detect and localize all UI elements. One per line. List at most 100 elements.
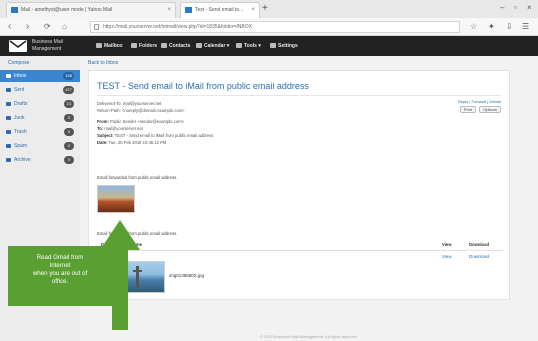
view-attachment-link[interactable]: View [442,254,452,259]
lock-icon [94,24,99,30]
body-line: Email forwarded from public email addres… [97,175,178,180]
callout-box: Read Gmail from Internet when you are ou… [8,246,113,306]
count-badge: 0 [64,142,74,150]
back-to-inbox-link[interactable]: Back to Inbox [88,60,118,66]
downloads-icon[interactable]: ⇩ [506,21,513,33]
close-tab-icon[interactable]: × [167,3,171,17]
sidebar-item-trash[interactable]: Trash 0 [0,126,80,138]
field-label: To: [97,126,104,131]
callout-line: when you are out of [32,270,88,277]
callout-text: Read Gmail from Internet when you are ou… [12,254,108,286]
url-text: https://mail.yourserver.net/intmail/view… [103,24,252,30]
menu-contacts[interactable]: Contacts [161,42,190,50]
extension-icon[interactable]: ✦ [488,21,495,33]
date-field: Date: Tue, 20 Feb 2018 10:45:12 PM [97,140,166,145]
reply-forward-delete-links[interactable]: Reply | Forward | Delete [458,99,501,104]
minimize-window-icon[interactable]: – [500,3,504,13]
folder-label: Sent [14,87,25,93]
bookmark-star-icon[interactable]: ☆ [470,21,477,33]
folder-label: Junk [14,115,25,121]
column-header-download: Download [469,242,490,247]
trash-icon [6,130,11,134]
close-tab-icon[interactable]: × [251,3,255,17]
envelope-icon [96,43,102,48]
print-button[interactable]: Print [459,106,477,113]
contacts-icon [161,43,167,48]
inbox-icon [6,74,11,78]
inline-image[interactable] [97,185,135,213]
field-value: Tue, 20 Feb 2018 10:45:12 PM [108,140,167,145]
to-field: To: mail@yourserver.net [97,126,143,131]
field-value: Public Sender <sender@example.com> [110,119,185,124]
menu-folders[interactable]: Folders [131,42,157,50]
menu-calendar[interactable]: Calendar ▾ [196,42,229,50]
reload-icon[interactable]: ⟳ [44,20,51,33]
junk-icon [6,116,11,120]
mail-logo-icon[interactable] [9,40,27,52]
app-header: Business Mail Management Mailbox Folders… [0,36,538,56]
back-icon[interactable]: ‹ [8,20,11,33]
count-badge: 477 [63,86,74,94]
archive-icon [6,158,11,162]
gear-icon [270,43,276,48]
folder-label: Inbox [14,73,27,79]
options-button[interactable]: Options [479,106,501,113]
shield-icon [6,144,11,148]
menu-mailbox[interactable]: Mailbox [96,42,123,50]
browser-nav-bar: ‹ › ⟳ ⌂ https://mail.yourserver.net/intm… [0,18,538,36]
folder-label: Archive [14,157,31,163]
folder-label: Spam [14,143,28,149]
message-panel: TEST - Send email to iMail from public e… [88,70,510,300]
tab-label: Test - Send email to... [195,7,244,13]
from-field: From: Public Sender <sender@example.com> [97,119,184,124]
new-tab-button[interactable]: + [262,3,268,15]
table-row: img0138580X.jpg View Download [97,251,503,297]
home-icon[interactable]: ⌂ [62,20,67,33]
message-subject: TEST - Send email to iMail from public e… [97,81,309,91]
calendar-icon [196,43,202,48]
close-window-icon[interactable]: × [527,3,532,13]
app-name: Business Mail Management [32,39,63,52]
mail-favicon-icon [185,7,192,13]
tab-label: Mail - amethyst@user mode | Yahoo Mail [21,7,113,13]
attachments-header-row: Download File Name View Download [97,239,503,251]
field-value: TEST - Send email to iMail from public e… [114,133,214,138]
field-value: mail@yourserver.net [104,126,143,131]
compose-link[interactable]: Compose [8,60,29,66]
forward-icon[interactable]: › [26,20,29,33]
delivered-to-line: Delivered-To: mail@yourserver.net [97,101,162,106]
field-label: From: [97,119,109,124]
sidebar-item-inbox[interactable]: Inbox 158 [0,70,80,82]
menu-settings[interactable]: Settings [270,42,298,50]
sidebar-item-junk[interactable]: Junk 0 [0,112,80,124]
sidebar-item-spam[interactable]: Spam 0 [0,140,80,152]
menu-icon[interactable]: ☰ [522,21,529,33]
menu-tools[interactable]: Tools ▾ [236,42,261,50]
unread-count-badge: 158 [63,72,74,80]
folder-label: Trash [14,129,27,135]
callout-line: Internet [49,262,71,269]
folder-icon [131,43,137,48]
send-icon [6,88,11,92]
field-label: Date: [97,140,108,145]
callout-line: office. [51,278,69,285]
maximize-window-icon[interactable]: ▫ [514,3,517,13]
sidebar-item-sent[interactable]: Sent 477 [0,84,80,96]
count-badge: 0 [64,156,74,164]
browser-tab-2[interactable]: Test - Send email to... × [180,2,260,18]
column-header-view: View [442,242,452,247]
subject-field: Subject: TEST - Send email to iMail from… [97,133,213,138]
sidebar-item-archive[interactable]: Archive 0 [0,154,80,166]
divider [97,95,501,96]
browser-tab-1[interactable]: Mail - amethyst@user mode | Yahoo Mail × [6,2,176,18]
count-badge: 21 [64,100,74,108]
return-path-line: Return-Path: <noreply@domain.example.com… [97,108,185,113]
address-bar[interactable]: https://mail.yourserver.net/intmail/view… [90,21,460,33]
folder-label: Drafts [14,101,28,107]
browser-tab-bar: Mail - amethyst@user mode | Yahoo Mail ×… [0,0,538,18]
download-attachment-link[interactable]: Download [469,254,489,259]
page-footer: © 2018 Business Mail Management. All rig… [259,334,359,339]
sidebar-item-drafts[interactable]: Drafts 21 [0,98,80,110]
message-actions: Reply | Forward | Delete Print Options [458,99,501,113]
draft-icon [6,102,11,106]
